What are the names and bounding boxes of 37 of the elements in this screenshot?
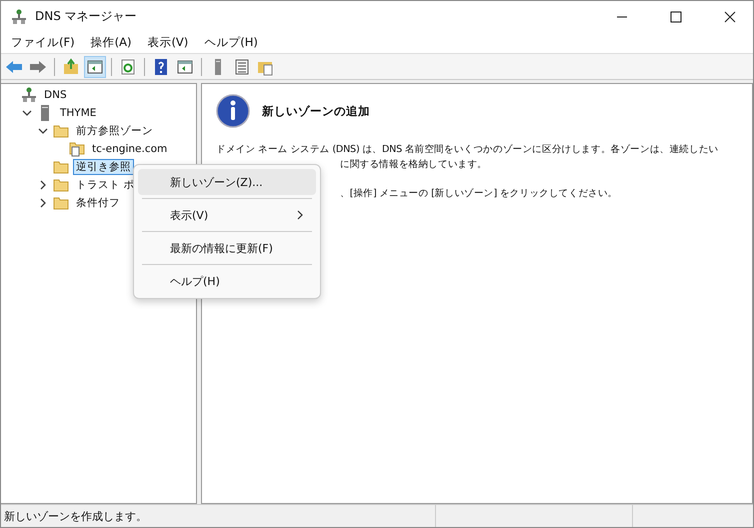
tree-item[interactable]: tc-engine.com — [89, 142, 170, 156]
close-icon[interactable] — [724, 10, 736, 22]
window-title: DNS マネージャー — [35, 8, 137, 25]
description-text: に関する情報を格納しています。 — [339, 158, 488, 172]
chevron-icon — [296, 210, 304, 220]
tree-item[interactable]: 逆引き参照 — [73, 159, 134, 175]
folder-icon — [53, 123, 69, 139]
folder-icon — [53, 159, 69, 175]
menu-item[interactable]: 表示(V) — [141, 35, 194, 50]
tree-item[interactable]: THYME — [57, 106, 100, 120]
description-text: ドメイン ネーム システム (DNS) は、DNS 名前空間をいくつかのゾーンに区分けします。各ゾーンは、連続したい — [216, 143, 720, 157]
menu-item[interactable]: ヘルプ(H) — [198, 35, 264, 50]
status-text: 新しいゾーンを作成します。 — [1, 505, 436, 527]
description-text: 、[操作] メニューの [新しいゾーン] をクリックしてください。 — [339, 187, 619, 201]
info-icon — [216, 94, 250, 128]
folder-icon — [53, 195, 69, 211]
folder-icon — [53, 177, 69, 193]
menu-item[interactable]: 表示(V) — [138, 202, 316, 228]
menu-item[interactable]: 最新の情報に更新(F) — [138, 235, 316, 261]
pane-icon[interactable] — [84, 56, 106, 78]
tree-item[interactable]: 前方参照ゾーン — [73, 123, 156, 139]
menu-item[interactable]: ヘルプ(H) — [138, 268, 316, 294]
chevron-icon[interactable] — [38, 198, 48, 208]
folder-document-icon — [69, 141, 85, 157]
chevron-icon[interactable] — [38, 126, 48, 136]
menu-item[interactable]: ファイル(F) — [5, 35, 81, 50]
network-icon — [11, 8, 27, 24]
menu-item[interactable]: 新しいゾーン(Z)... — [138, 169, 316, 195]
menu-item[interactable]: 操作(A) — [84, 35, 138, 50]
maximize-icon[interactable] — [670, 10, 682, 22]
heading: 新しいゾーンの追加 — [262, 104, 370, 118]
chevron-icon[interactable] — [38, 180, 48, 190]
chevron-icon[interactable] — [22, 108, 32, 118]
network-icon — [21, 87, 37, 103]
tree-item[interactable]: 条件付フ — [73, 195, 123, 211]
tree-item[interactable]: DNS — [41, 88, 70, 102]
tree-item[interactable]: トラスト ポ — [73, 177, 138, 193]
